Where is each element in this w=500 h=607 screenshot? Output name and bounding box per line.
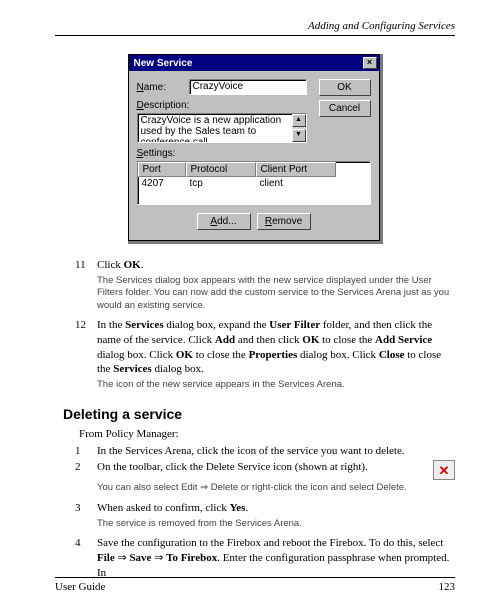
step-12: 12 In the Services dialog box, expand th…	[75, 318, 455, 377]
cancel-button[interactable]: Cancel	[319, 100, 371, 117]
del-step-4: 4 Save the configuration to the Firebox …	[75, 536, 455, 581]
dialog-title: New Service	[134, 58, 193, 69]
section-intro: From Policy Manager:	[79, 428, 455, 440]
scrollbar[interactable]: ▲ ▼	[292, 114, 306, 142]
dialog-figure: New Service × Name: CrazyVoice Descripti…	[55, 54, 455, 244]
del-step-2: 2 ✕ On the toolbar, click the Delete Ser…	[75, 460, 455, 480]
footer-left: User Guide	[55, 581, 105, 593]
del-step-3-note: The service is removed from the Services…	[97, 518, 455, 530]
name-input[interactable]: CrazyVoice	[189, 79, 307, 95]
scroll-up-icon[interactable]: ▲	[292, 114, 306, 127]
delete-service-icon: ✕	[433, 460, 455, 480]
table-row[interactable]: 4207 tcp client	[138, 177, 370, 190]
chapter-header: Adding and Configuring Services	[55, 20, 455, 36]
step-12-note: The icon of the new service appears in t…	[97, 379, 455, 391]
ok-button[interactable]: OK	[319, 79, 371, 96]
new-service-dialog: New Service × Name: CrazyVoice Descripti…	[128, 54, 380, 241]
del-step-1: 1 In the Services Arena, click the icon …	[75, 444, 455, 459]
description-textarea[interactable]: CrazyVoice is a new application used by …	[137, 113, 307, 143]
footer-pagenum: 123	[439, 581, 456, 593]
settings-label: Settings:	[137, 148, 371, 159]
scroll-down-icon[interactable]: ▼	[292, 129, 306, 142]
close-icon[interactable]: ×	[363, 57, 377, 69]
description-label: Description:	[137, 100, 190, 111]
titlebar: New Service ×	[129, 55, 379, 71]
del-step-2-note: You can also select Edit ⇒ Delete or rig…	[97, 482, 455, 494]
remove-button[interactable]: Remove	[257, 213, 311, 230]
step-11-note: The Services dialog box appears with the…	[97, 275, 455, 312]
step-11: 11 Click OK.	[75, 258, 455, 273]
page-footer: User Guide 123	[55, 577, 455, 593]
add-button[interactable]: Add...	[197, 213, 251, 230]
table-header: Port Protocol Client Port	[138, 162, 370, 177]
section-heading: Deleting a service	[63, 406, 455, 422]
name-label: Name:	[137, 82, 189, 93]
settings-table[interactable]: Port Protocol Client Port 4207 tcp clien…	[137, 161, 371, 205]
del-step-3: 3 When asked to confirm, click Yes.	[75, 501, 455, 516]
